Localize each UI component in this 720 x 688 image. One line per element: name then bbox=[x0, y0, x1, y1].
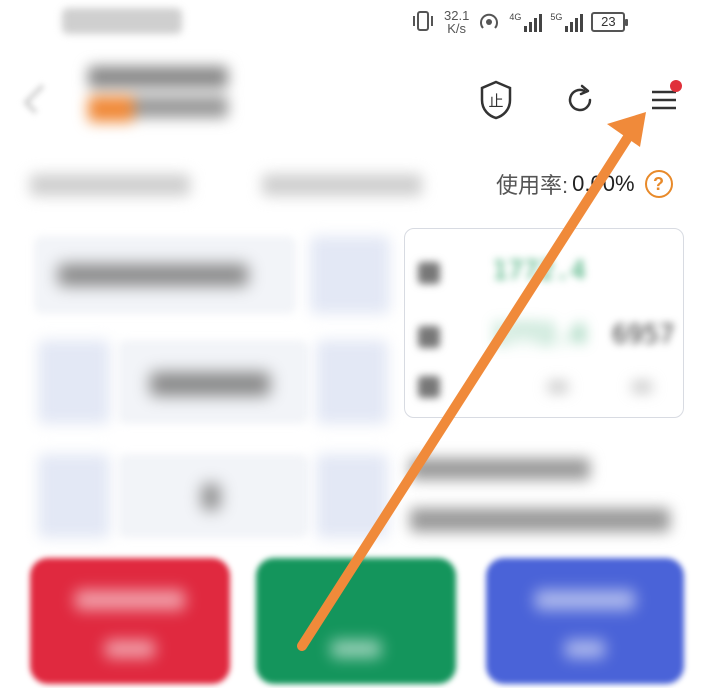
help-icon[interactable]: ? bbox=[644, 170, 673, 198]
price-plus-button[interactable] bbox=[316, 340, 388, 424]
hotspot-icon bbox=[477, 10, 501, 35]
quantity-minus-button[interactable] bbox=[38, 454, 110, 538]
refresh-icon bbox=[568, 84, 592, 112]
account-balance bbox=[30, 174, 190, 196]
close-button-sub bbox=[565, 640, 605, 658]
menu-button[interactable] bbox=[644, 80, 684, 120]
signal-4g-label: 4G bbox=[509, 12, 522, 22]
quote-info bbox=[410, 508, 670, 532]
ask-label bbox=[418, 262, 440, 284]
instrument-title[interactable] bbox=[88, 66, 238, 126]
stop-shield-button[interactable]: 止 bbox=[476, 80, 516, 120]
status-bar: 32.1 K/s 4G 5G 23 bbox=[0, 0, 720, 44]
bid-volume: 6957 bbox=[612, 320, 675, 350]
status-time bbox=[62, 8, 182, 34]
sell-button-label bbox=[331, 640, 381, 658]
ask-price[interactable]: 1772.4 bbox=[492, 256, 586, 286]
instrument-badge bbox=[88, 96, 134, 122]
annotation-arrow-head bbox=[607, 112, 646, 147]
account-margin bbox=[262, 174, 422, 196]
instrument-name bbox=[88, 66, 228, 88]
sell-button[interactable] bbox=[256, 558, 456, 684]
last-label bbox=[418, 376, 440, 398]
vibrate-icon bbox=[410, 10, 436, 35]
speed-unit: K/s bbox=[447, 21, 467, 36]
limit-info bbox=[410, 458, 590, 480]
buy-button-label bbox=[75, 590, 185, 610]
buy-button-sub bbox=[105, 640, 155, 658]
quantity-input[interactable] bbox=[118, 454, 308, 538]
bid-label bbox=[418, 326, 440, 348]
signal-4g-icon: 4G bbox=[509, 12, 543, 32]
shield-icon: 止 bbox=[480, 80, 512, 120]
signal-5g-label: 5G bbox=[550, 12, 563, 22]
usage-label: 使用率: bbox=[496, 173, 569, 198]
shield-glyph: 止 bbox=[488, 92, 503, 110]
network-speed: 32.1 K/s bbox=[444, 9, 469, 35]
quantity-value bbox=[202, 484, 220, 510]
notification-dot bbox=[670, 80, 682, 92]
account-info-row: 使用率: 0.00% ? bbox=[0, 160, 720, 210]
refresh-button[interactable] bbox=[560, 80, 600, 120]
close-position-button[interactable] bbox=[486, 558, 684, 684]
buy-button[interactable] bbox=[30, 558, 230, 684]
order-type-select[interactable] bbox=[34, 236, 296, 314]
bid-price[interactable]: 1772.4 bbox=[492, 320, 586, 350]
battery-level: 23 bbox=[601, 14, 616, 29]
last-change bbox=[632, 382, 652, 392]
battery-icon: 23 bbox=[591, 12, 629, 32]
price-minus-button[interactable] bbox=[38, 340, 110, 424]
close-button-label bbox=[535, 590, 635, 610]
search-icon[interactable] bbox=[310, 236, 390, 314]
usage-rate: 使用率: 0.00% ? bbox=[496, 168, 673, 200]
price-input[interactable] bbox=[118, 340, 308, 424]
status-indicators: 32.1 K/s 4G 5G 23 bbox=[410, 4, 629, 40]
usage-value: 0.00% bbox=[572, 171, 635, 196]
price-value bbox=[150, 372, 270, 396]
back-arrow-icon[interactable] bbox=[23, 84, 53, 114]
last-price bbox=[548, 382, 568, 392]
signal-5g-icon: 5G bbox=[550, 12, 584, 32]
quantity-plus-button[interactable] bbox=[316, 454, 388, 538]
order-type-value bbox=[58, 264, 248, 286]
